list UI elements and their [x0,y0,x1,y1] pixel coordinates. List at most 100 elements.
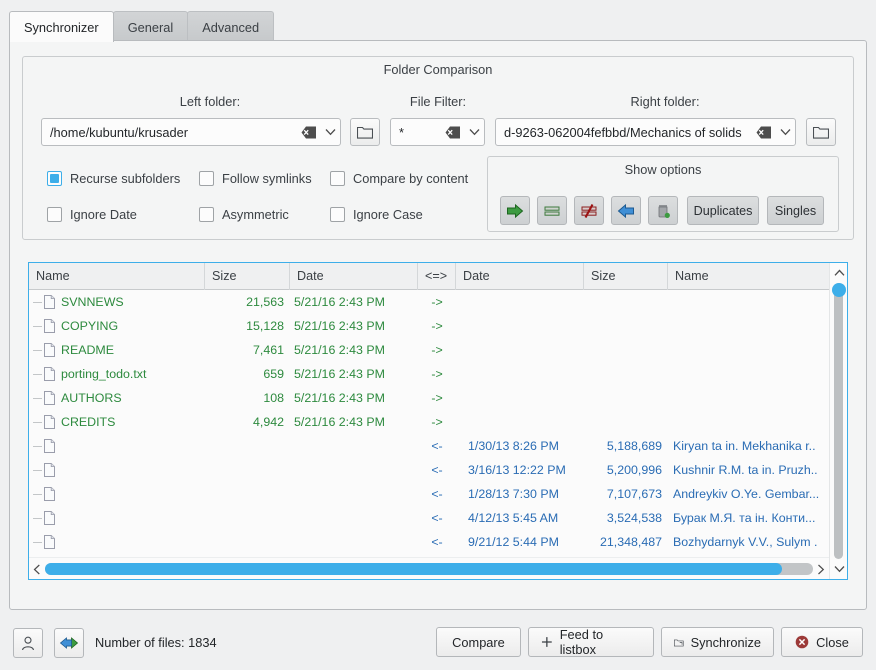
horizontal-scrollbar-handle[interactable] [45,563,782,575]
table-row[interactable]: <-9/21/12 5:44 PM21,348,487Bozhydarnyk V… [29,530,847,554]
right-folder-label: Right folder: [575,94,755,109]
checkbox-compare-by-content[interactable]: Compare by content [330,171,468,186]
comparison-table[interactable]: Name Size Date <=> Date Size Name SVNNEW… [28,262,848,580]
checkbox-asymmetric-box[interactable] [199,207,214,222]
plus-icon [541,636,553,648]
table-row[interactable]: porting_todo.txt6595/21/16 2:43 PM-> [29,362,847,386]
cell-compare-direction: <- [418,434,456,458]
column-header-right-size[interactable]: Size [584,263,668,290]
close-circle-icon [795,635,809,649]
cell-left-name [29,482,205,506]
table-row[interactable]: COPYING15,1285/21/16 2:43 PM-> [29,314,847,338]
table-row[interactable]: AUTHORS1085/21/16 2:43 PM-> [29,386,847,410]
column-header-left-size[interactable]: Size [205,263,290,290]
show-duplicates-button[interactable]: Duplicates [687,196,759,225]
tab-advanced[interactable]: Advanced [187,11,274,42]
table-row[interactable]: README7,4615/21/16 2:43 PM-> [29,338,847,362]
show-singles-button[interactable]: Singles [767,196,824,225]
scroll-up-icon[interactable] [830,263,848,283]
file-icon [44,487,55,501]
checkbox-compare-by-content-label: Compare by content [353,171,468,186]
horizontal-scrollbar[interactable] [29,557,829,579]
left-folder-browse-button[interactable] [350,118,380,146]
feed-to-listbox-button[interactable]: Feed to listbox [528,627,654,657]
column-header-right-name[interactable]: Name [668,263,831,290]
checkbox-compare-by-content-box[interactable] [330,171,345,186]
horizontal-scrollbar-track[interactable] [45,563,813,575]
cell-left-date: 5/21/16 2:43 PM [290,290,418,314]
chevron-down-icon[interactable] [464,128,484,136]
table-row[interactable]: SVNNEWS21,5635/21/16 2:43 PM-> [29,290,847,314]
cell-left-name: COPYING [29,314,205,338]
column-header-right-date[interactable]: Date [456,263,584,290]
show-delete-button[interactable] [648,196,678,225]
right-folder-browse-button[interactable] [806,118,836,146]
checkbox-ignore-case-label: Ignore Case [353,207,423,222]
scroll-right-icon[interactable] [813,558,829,580]
cell-left-size: 7,461 [205,338,290,362]
show-not-equals-button[interactable] [574,196,604,225]
checkbox-follow-symlinks[interactable]: Follow symlinks [199,171,312,186]
table-row[interactable]: <-4/12/13 5:45 AM3,524,538Бурак М.Я. та … [29,506,847,530]
tab-general[interactable]: General [113,11,189,42]
right-folder-combo[interactable]: d-9263-062004fefbbd/Mechanics of solids [495,118,796,146]
column-header-left-name[interactable]: Name [29,263,205,290]
file-filter-label: File Filter: [348,94,528,109]
vertical-scrollbar[interactable] [829,263,847,579]
folder-icon [357,125,373,139]
chevron-down-icon[interactable] [775,128,795,136]
profile-button[interactable] [13,628,43,658]
cell-left-name: README [29,338,205,362]
checkbox-ignore-case-box[interactable] [330,207,345,222]
tab-general-label: General [128,20,174,35]
file-filter-combo[interactable]: * [390,118,485,146]
tab-synchronizer-label: Synchronizer [24,20,99,35]
cell-left-name [29,506,205,530]
scroll-down-icon[interactable] [830,559,848,579]
swap-sides-button[interactable] [54,628,84,658]
cell-compare-direction: -> [418,386,456,410]
checkbox-follow-symlinks-box[interactable] [199,171,214,186]
show-copy-to-left-button[interactable] [611,196,641,225]
table-row[interactable]: <-1/30/13 8:26 PM5,188,689Kiryan ta in. … [29,434,847,458]
file-icon [44,367,55,381]
column-header-compare[interactable]: <=> [418,263,456,290]
show-equals-button[interactable] [537,196,567,225]
scroll-left-icon[interactable] [29,558,45,580]
vertical-scrollbar-handle[interactable] [832,283,846,297]
cell-right-name [668,362,831,386]
close-button[interactable]: Close [781,627,863,657]
tab-synchronizer[interactable]: Synchronizer [9,11,114,42]
left-folder-value: /home/kubuntu/krusader [50,125,301,140]
compare-button[interactable]: Compare [436,627,521,657]
sync-folder-icon [674,636,684,649]
column-header-left-date[interactable]: Date [290,263,418,290]
left-folder-combo[interactable]: /home/kubuntu/krusader [41,118,341,146]
cell-left-name-text: CREDITS [61,410,115,434]
show-copy-to-right-button[interactable] [500,196,530,225]
tree-branch-icon [33,518,42,519]
table-row[interactable]: <-1/28/13 7:30 PM7,107,673Andreykiv O.Ye… [29,482,847,506]
checkbox-asymmetric[interactable]: Asymmetric [199,207,289,222]
cell-right-name: Kushnir R.M. ta in. Pruzh.. [668,458,831,482]
clear-text-icon[interactable] [756,126,772,139]
checkbox-ignore-date-box[interactable] [47,207,62,222]
checkbox-ignore-case[interactable]: Ignore Case [330,207,423,222]
cell-right-date [456,290,584,314]
cell-left-name: SVNNEWS [29,290,205,314]
synchronize-button[interactable]: Synchronize [661,627,774,657]
file-icon [44,439,55,453]
cell-left-date [290,458,418,482]
chevron-down-icon[interactable] [320,128,340,136]
tree-branch-icon [33,446,42,447]
clear-text-icon[interactable] [445,126,461,139]
clear-text-icon[interactable] [301,126,317,139]
vertical-scrollbar-track[interactable] [834,283,843,559]
checkbox-ignore-date[interactable]: Ignore Date [47,207,137,222]
cell-left-size [205,458,290,482]
table-row[interactable]: <-3/16/13 12:22 PM5,200,996Kushnir R.M. … [29,458,847,482]
table-row[interactable]: CREDITS4,9425/21/16 2:43 PM-> [29,410,847,434]
cell-left-name: CREDITS [29,410,205,434]
checkbox-recurse-subfolders-box[interactable] [47,171,62,186]
checkbox-recurse-subfolders[interactable]: Recurse subfolders [47,171,180,186]
